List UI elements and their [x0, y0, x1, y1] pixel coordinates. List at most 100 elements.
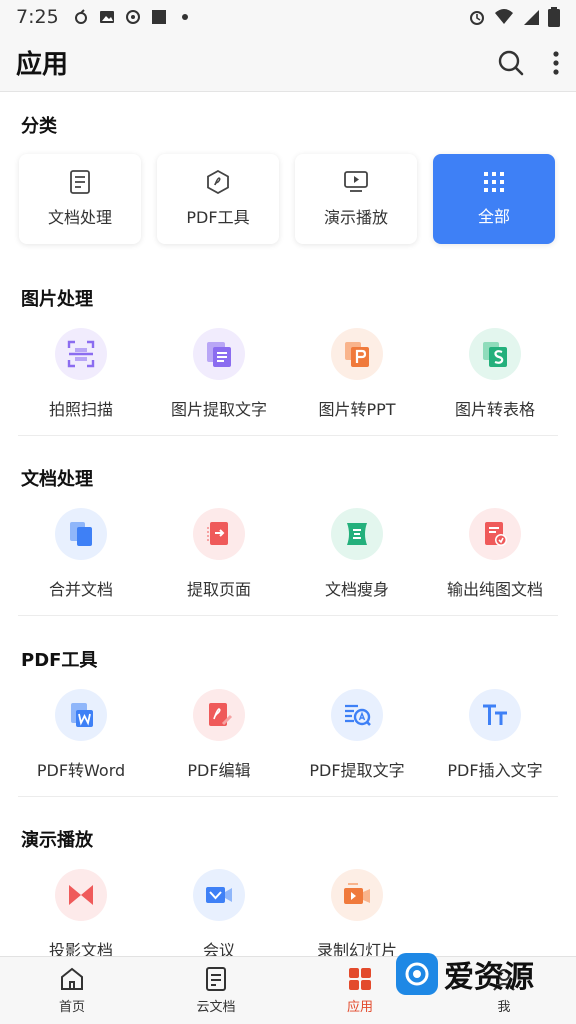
page-title: 应用	[16, 50, 69, 80]
dot-notification-icon	[181, 14, 188, 20]
tool-pdf-edit[interactable]: PDF编辑	[149, 689, 289, 781]
home-icon	[61, 967, 83, 990]
tool-icon-bg	[55, 508, 107, 560]
tool-icon-bg	[331, 689, 383, 741]
tool-icon-bg	[469, 689, 521, 741]
section-title-image-processing: 图片处理	[21, 289, 93, 310]
watermark: 爱资源	[396, 952, 534, 996]
apps-content: 分类 文档处理 PDF工具 演示播放 全部 图片处理 拍照扫描 图片提取文字 图…	[0, 92, 576, 956]
tool-pdf-extract-text[interactable]: PDF提取文字	[287, 689, 427, 781]
tool-label: 图片转PPT	[318, 400, 396, 419]
tool-pdf-to-word[interactable]: PDF转Word	[11, 689, 151, 781]
wifi-icon	[495, 9, 513, 24]
tool-label: 合并文档	[48, 580, 113, 599]
tool-image-extract-text[interactable]: 图片提取文字	[149, 328, 289, 420]
play-screen-icon	[344, 171, 368, 192]
image-notification-icon	[99, 11, 114, 23]
tool-label: 录制幻灯片	[316, 941, 397, 956]
tool-record-slides[interactable]: 录制幻灯片	[287, 869, 427, 956]
nav-label: 应用	[346, 1000, 373, 1015]
tool-label: 图片提取文字	[170, 400, 267, 419]
alarm-icon	[470, 11, 484, 25]
tool-merge-docs[interactable]: 合并文档	[11, 508, 151, 600]
tool-icon-bg	[469, 508, 521, 560]
more-vertical-icon[interactable]	[552, 50, 560, 76]
tool-icon-bg	[55, 869, 107, 921]
category-label: 全部	[477, 207, 510, 226]
tool-extract-page[interactable]: 提取页面	[149, 508, 289, 600]
image-text-icon	[207, 342, 231, 367]
tool-icon-bg	[331, 508, 383, 560]
category-label: 文档处理	[47, 208, 112, 227]
watermark-text: 爱资源	[444, 960, 534, 995]
category-document-processing[interactable]: 文档处理	[19, 154, 141, 244]
nav-label: 首页	[58, 1000, 85, 1015]
pdf-insert-text-icon	[483, 704, 507, 725]
battery-icon	[548, 7, 560, 27]
tool-icon-bg	[193, 328, 245, 380]
tool-image-to-sheet[interactable]: 图片转表格	[425, 328, 565, 420]
grid-dots-icon	[484, 172, 504, 192]
section-divider	[18, 615, 558, 616]
tool-label: 输出纯图文档	[446, 580, 543, 599]
tool-label: PDF提取文字	[309, 761, 405, 780]
category-presentation[interactable]: 演示播放	[295, 154, 417, 244]
tool-pdf-insert-text[interactable]: PDF插入文字	[425, 689, 565, 781]
tool-photo-scan[interactable]: 拍照扫描	[11, 328, 151, 420]
tool-label: PDF编辑	[187, 761, 251, 780]
tool-label: 文档瘦身	[324, 580, 389, 599]
watermark-logo-icon	[396, 953, 438, 995]
tool-icon-bg	[469, 328, 521, 380]
image-to-ppt-icon	[345, 342, 369, 367]
tool-label: 会议	[202, 941, 235, 956]
category-all[interactable]: 全部	[433, 154, 555, 244]
nav-label: 我	[497, 1000, 511, 1015]
nav-home[interactable]: 首页	[0, 957, 144, 1024]
app-bar-actions	[498, 50, 560, 76]
category-label: 演示播放	[323, 208, 388, 227]
section-title-document-processing: 文档处理	[21, 469, 93, 490]
tool-icon-bg	[55, 689, 107, 741]
tool-label: 投影文档	[48, 941, 113, 956]
tool-label: PDF插入文字	[447, 761, 543, 780]
signal-icon	[524, 10, 539, 25]
nav-cloud-docs[interactable]: 云文档	[144, 957, 288, 1024]
pdf-extract-text-icon	[345, 704, 371, 726]
image-to-sheet-icon	[483, 342, 507, 367]
categories-title: 分类	[21, 116, 57, 137]
swirl-notification-icon-2	[125, 10, 140, 24]
document-icon	[70, 170, 90, 194]
pdf-edit-icon	[209, 703, 233, 726]
tool-export-image-doc[interactable]: 输出纯图文档	[425, 508, 565, 600]
tool-compress-doc[interactable]: 文档瘦身	[287, 508, 427, 600]
tool-icon-bg	[331, 328, 383, 380]
tool-icon-bg	[193, 508, 245, 560]
cloud-doc-icon	[206, 967, 226, 991]
scan-icon	[67, 340, 95, 368]
swirl-notification-icon	[74, 9, 87, 24]
tool-icon-bg	[55, 328, 107, 380]
projection-icon	[69, 885, 93, 905]
tool-label: 拍照扫描	[48, 400, 113, 419]
meeting-icon	[206, 887, 232, 903]
app-bar: 应用	[0, 34, 576, 92]
compress-doc-icon	[347, 523, 367, 545]
pdf-to-word-icon	[71, 703, 93, 727]
tool-icon-bg	[331, 869, 383, 921]
tool-label: PDF转Word	[36, 761, 126, 780]
tool-image-to-ppt[interactable]: 图片转PPT	[287, 328, 427, 420]
tool-projection[interactable]: 投影文档	[11, 869, 151, 956]
status-indicators	[468, 7, 560, 27]
tool-icon-bg	[193, 869, 245, 921]
tool-icon-bg	[193, 689, 245, 741]
search-icon[interactable]	[498, 50, 524, 76]
tool-label: 图片转表格	[454, 400, 535, 419]
pdf-icon	[207, 170, 229, 194]
merge-docs-icon	[70, 522, 92, 546]
extract-page-icon	[207, 522, 228, 545]
section-title-pdf-tools: PDF工具	[21, 650, 98, 671]
category-pdf-tools[interactable]: PDF工具	[157, 154, 279, 244]
tool-meeting[interactable]: 会议	[149, 869, 289, 956]
status-time: 7:25	[16, 6, 59, 28]
apps-icon	[349, 968, 371, 990]
